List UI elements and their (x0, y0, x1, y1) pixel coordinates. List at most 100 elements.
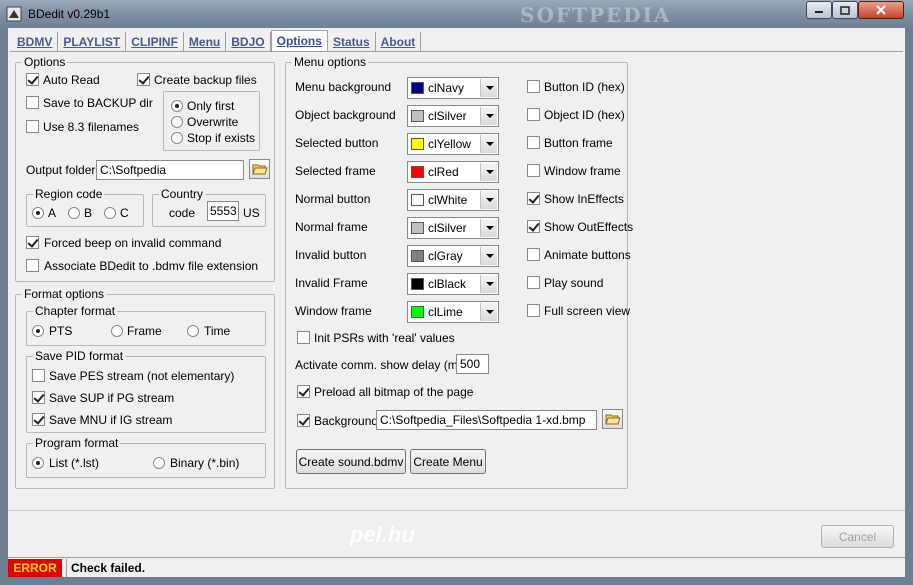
country-code-input[interactable]: 5553 (207, 201, 239, 221)
save-to-backup-checkbox[interactable] (26, 96, 39, 109)
auto-read-label: Auto Read (43, 73, 100, 87)
menu-options-title: Menu options (292, 55, 369, 69)
color-value: clBlack (428, 277, 467, 291)
preload-checkbox[interactable] (297, 385, 310, 398)
country-code-label: code (169, 206, 196, 220)
selected-frame-color-select[interactable]: clRed (407, 161, 499, 183)
full-screen-view-checkbox[interactable] (527, 304, 540, 317)
background-checkbox[interactable] (297, 414, 310, 427)
chevron-down-icon[interactable] (480, 107, 497, 125)
background-path-input[interactable]: C:\Softpedia_Files\Softpedia 1-xd.bmp (376, 410, 597, 430)
chapter-format-group: Chapter format PTS Frame Time (26, 304, 266, 346)
play-sound-label: Play sound (544, 276, 604, 290)
save-sup-checkbox[interactable] (32, 391, 45, 404)
normal-button-color-select[interactable]: clWhite (407, 189, 499, 211)
chevron-down-icon[interactable] (480, 275, 497, 293)
object-background-color-select[interactable]: clSilver (407, 105, 499, 127)
init-psrs-checkbox[interactable] (297, 331, 310, 344)
normal-frame-label: Normal frame (295, 220, 368, 234)
browse-output-folder-button[interactable] (249, 159, 270, 179)
tab-bdjo[interactable]: BDJO (226, 32, 271, 52)
tab-menu[interactable]: Menu (184, 32, 227, 52)
overwrite-radio[interactable] (171, 116, 183, 128)
chevron-down-icon[interactable] (480, 135, 497, 153)
options-group: Options Auto Read Create backup files Sa… (15, 55, 275, 282)
window-frame-checkbox[interactable] (527, 164, 540, 177)
only-first-radio[interactable] (171, 100, 183, 112)
invalid-frame-color-select[interactable]: clBlack (407, 273, 499, 295)
show-outeffects-label: Show OutEffects (544, 220, 634, 234)
color-value: clGray (428, 249, 463, 263)
tab-playlist[interactable]: PLAYLIST (58, 32, 127, 52)
chevron-down-icon[interactable] (480, 79, 497, 97)
browse-background-button[interactable] (602, 409, 623, 429)
color-value: clWhite (428, 193, 468, 207)
title-bar[interactable]: BDedit v0.29b1 SOFTPEDIA (0, 0, 913, 28)
chevron-down-icon[interactable] (480, 303, 497, 321)
play-sound-checkbox[interactable] (527, 276, 540, 289)
region-c-label: C (120, 206, 129, 220)
chapter-pts-radio[interactable] (32, 325, 44, 337)
selected-button-color-select[interactable]: clYellow (407, 133, 499, 155)
output-folder-input[interactable]: C:\Softpedia (96, 160, 244, 180)
invalid-button-color-select[interactable]: clGray (407, 245, 499, 267)
object-background-label: Object background (295, 108, 396, 122)
region-b-radio[interactable] (68, 207, 80, 219)
chapter-time-radio[interactable] (187, 325, 199, 337)
chevron-down-icon[interactable] (480, 163, 497, 181)
use-83-checkbox[interactable] (26, 120, 39, 133)
window-frame-color-select[interactable]: clLime (407, 301, 499, 323)
color-swatch (411, 250, 424, 262)
region-a-radio[interactable] (32, 207, 44, 219)
region-c-radio[interactable] (104, 207, 116, 219)
chevron-down-icon[interactable] (480, 191, 497, 209)
normal-frame-color-select[interactable]: clSilver (407, 217, 499, 239)
menu-background-label: Menu background (295, 80, 392, 94)
minimize-button[interactable] (806, 1, 832, 19)
program-binary-radio[interactable] (153, 457, 165, 469)
create-backup-checkbox[interactable] (137, 73, 150, 86)
chevron-down-icon[interactable] (480, 247, 497, 265)
color-swatch (411, 166, 424, 178)
chevron-down-icon[interactable] (480, 219, 497, 237)
object-id-hex-checkbox[interactable] (527, 108, 540, 121)
program-list-label: List (*.lst) (49, 456, 100, 470)
activate-delay-input[interactable]: 500 (456, 354, 489, 374)
animate-buttons-checkbox[interactable] (527, 248, 540, 261)
maximize-button[interactable] (832, 1, 858, 19)
dialog-footer: Cancel (8, 510, 905, 556)
tab-options[interactable]: Options (270, 30, 328, 52)
show-outeffects-checkbox[interactable] (527, 220, 540, 233)
save-pes-checkbox[interactable] (32, 369, 45, 382)
tab-status[interactable]: Status (328, 32, 376, 52)
button-id-hex-checkbox[interactable] (527, 80, 540, 93)
create-sound-button[interactable]: Create sound.bdmv (296, 449, 406, 474)
color-swatch (411, 278, 424, 290)
main-window: BDMV PLAYLIST CLIPINF Menu BDJO Options … (8, 28, 905, 577)
menu-background-color-select[interactable]: clNavy (407, 77, 499, 99)
animate-buttons-label: Animate buttons (544, 248, 631, 262)
forced-beep-checkbox[interactable] (26, 236, 39, 249)
button-id-hex-label: Button ID (hex) (544, 80, 625, 94)
chapter-frame-radio[interactable] (111, 325, 123, 337)
tab-about[interactable]: About (376, 32, 422, 52)
tab-bdmv[interactable]: BDMV (12, 32, 59, 52)
auto-read-checkbox[interactable] (26, 73, 39, 86)
tab-clipinf[interactable]: CLIPINF (126, 32, 184, 52)
color-swatch (411, 222, 424, 234)
save-mnu-checkbox[interactable] (32, 413, 45, 426)
full-screen-view-label: Full screen view (544, 304, 631, 318)
cancel-button[interactable]: Cancel (821, 525, 894, 548)
color-value: clLime (428, 305, 463, 319)
activate-delay-label: Activate comm. show delay (ms) (295, 358, 468, 372)
button-frame-checkbox[interactable] (527, 136, 540, 149)
save-pid-format-title: Save PID format (33, 349, 126, 363)
close-button[interactable] (858, 1, 904, 19)
create-menu-button[interactable]: Create Menu (410, 449, 486, 474)
program-list-radio[interactable] (32, 457, 44, 469)
color-swatch (411, 306, 424, 318)
associate-checkbox[interactable] (26, 259, 39, 272)
stop-if-exists-radio[interactable] (171, 132, 183, 144)
program-format-group: Program format List (*.lst) Binary (*.bi… (26, 436, 266, 478)
show-ineffects-checkbox[interactable] (527, 192, 540, 205)
